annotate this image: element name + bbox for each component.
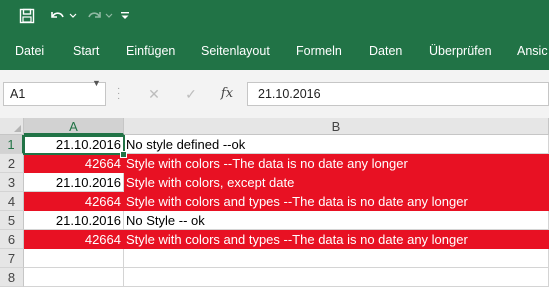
cell-a3[interactable]: 21.10.2016 — [24, 173, 124, 192]
column-header-b[interactable]: B — [124, 118, 549, 135]
fill-handle[interactable] — [120, 151, 127, 158]
cell-b3[interactable]: Style with colors, except date — [124, 173, 549, 192]
redo-icon[interactable] — [84, 6, 106, 26]
row-header-8[interactable]: 8 — [0, 268, 24, 287]
tab-datei[interactable]: Datei — [15, 32, 44, 70]
cell-a7[interactable] — [24, 249, 124, 268]
row-header-6[interactable]: 6 — [0, 230, 24, 249]
tab-ansicht[interactable]: Ansic — [517, 32, 548, 70]
cell-b8[interactable] — [124, 268, 549, 287]
tab-daten[interactable]: Daten — [369, 32, 402, 70]
cell-b2[interactable]: Style with colors --The data is no date … — [124, 154, 549, 173]
tab-start[interactable]: Start — [73, 32, 99, 70]
tab-einfuegen[interactable]: Einfügen — [126, 32, 175, 70]
row-header-1[interactable]: 1 — [0, 135, 24, 154]
row-header-4[interactable]: 4 — [0, 192, 24, 211]
cell-b5[interactable]: No Style -- ok — [124, 211, 549, 230]
tab-formeln[interactable]: Formeln — [296, 32, 342, 70]
cell-a5[interactable]: 21.10.2016 — [24, 211, 124, 230]
splitter-handle[interactable]: · · · — [117, 84, 120, 104]
enter-icon[interactable]: ✓ — [180, 82, 202, 106]
formula-input[interactable]: 21.10.2016 — [247, 82, 549, 106]
quick-access-toolbar — [0, 0, 549, 32]
customize-icon[interactable] — [118, 6, 132, 26]
name-box-value: A1 — [10, 87, 26, 101]
select-all-button[interactable] — [0, 118, 24, 135]
cell-b7[interactable] — [124, 249, 549, 268]
formula-value: 21.10.2016 — [258, 87, 321, 101]
column-header-a[interactable]: A — [24, 118, 124, 135]
ribbon-tabs: Datei Start Einfügen Seitenlayout Formel… — [0, 32, 549, 70]
row-header-5[interactable]: 5 — [0, 211, 24, 230]
cell-a1[interactable]: 21.10.2016 — [24, 135, 124, 154]
undo-dropdown-icon[interactable] — [68, 6, 78, 26]
spreadsheet-grid: A B 1 21.10.2016 No style defined --ok 2… — [0, 118, 549, 287]
tab-seitenlayout[interactable]: Seitenlayout — [201, 32, 270, 70]
tab-ueberpruefen[interactable]: Überprüfen — [429, 32, 492, 70]
cell-a6[interactable]: 42664 — [24, 230, 124, 249]
redo-dropdown-icon[interactable] — [104, 6, 114, 26]
row-header-2[interactable]: 2 — [0, 154, 24, 173]
row-header-7[interactable]: 7 — [0, 249, 24, 268]
formula-bar: A1 ▼ · · · ✕ ✓ fx 21.10.2016 — [0, 70, 549, 119]
cell-b1[interactable]: No style defined --ok — [124, 135, 549, 154]
cell-a8[interactable] — [24, 268, 124, 287]
name-box-dropdown-icon[interactable]: ▼ — [92, 78, 101, 88]
save-icon[interactable] — [16, 6, 38, 26]
cancel-icon[interactable]: ✕ — [143, 82, 165, 106]
cell-b4[interactable]: Style with colors and types --The data i… — [124, 192, 549, 211]
cell-a4[interactable]: 42664 — [24, 192, 124, 211]
cell-b6[interactable]: Style with colors and types --The data i… — [124, 230, 549, 249]
insert-function-icon[interactable]: fx — [216, 82, 238, 106]
cell-a2[interactable]: 42664 — [24, 154, 124, 173]
name-box[interactable]: A1 — [3, 82, 106, 106]
undo-icon[interactable] — [46, 6, 68, 26]
row-header-3[interactable]: 3 — [0, 173, 24, 192]
